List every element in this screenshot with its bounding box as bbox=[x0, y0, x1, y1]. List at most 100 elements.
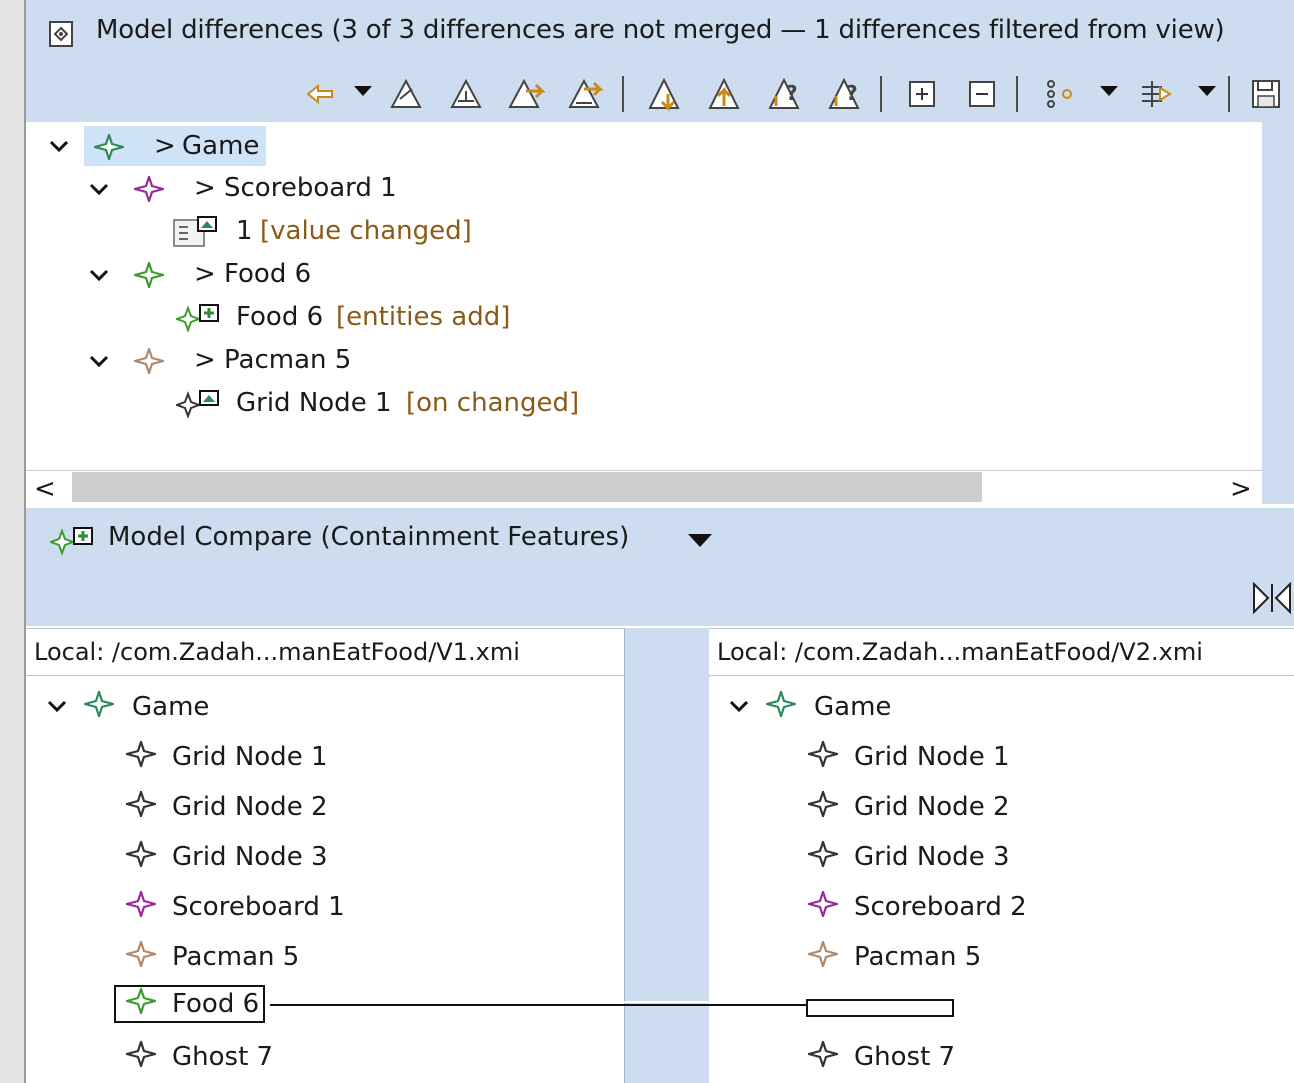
toolbar-separator bbox=[622, 76, 624, 112]
food-element-icon bbox=[122, 985, 160, 1021]
diff-item-label: Food 6 bbox=[236, 302, 324, 332]
chevron-down-icon[interactable] bbox=[46, 695, 68, 717]
tree-item-label: Grid Node 2 bbox=[172, 792, 328, 822]
scoreboard-element-icon bbox=[130, 173, 168, 209]
diff-item-entities-add[interactable]: Food 6 [entities add] bbox=[174, 297, 536, 337]
next-diff-icon[interactable] bbox=[646, 72, 686, 116]
left-tree-item[interactable]: Pacman 5 bbox=[122, 935, 300, 979]
sync-panes-icon[interactable] bbox=[1252, 581, 1292, 615]
prev-conflict-icon[interactable] bbox=[706, 72, 746, 116]
viewer-dropdown-icon[interactable] bbox=[688, 534, 712, 547]
tree-item-label: Ghost 7 bbox=[854, 1042, 956, 1072]
scoreboard-element-icon bbox=[804, 888, 842, 924]
tree-item-label: Pacman 5 bbox=[224, 345, 352, 375]
compare-center-gutter bbox=[624, 628, 710, 1083]
copy-all-right-icon[interactable] bbox=[566, 72, 606, 116]
chevron-down-icon[interactable] bbox=[88, 264, 110, 286]
tree-item-prefix: > bbox=[194, 259, 216, 289]
copy-current-right-icon[interactable] bbox=[506, 72, 546, 116]
pacman-element-icon bbox=[804, 938, 842, 974]
chevron-down-icon[interactable] bbox=[728, 695, 750, 717]
tree-item-food[interactable]: > Food 6 bbox=[130, 254, 434, 295]
food-element-icon bbox=[130, 259, 168, 295]
tree-item-label: Pacman 5 bbox=[172, 942, 300, 972]
left-tree-item[interactable]: Ghost 7 bbox=[122, 1035, 274, 1079]
tree-item-label: Grid Node 1 bbox=[172, 742, 328, 772]
game-element-icon bbox=[762, 688, 800, 724]
scroll-left-arrow[interactable]: < bbox=[34, 474, 56, 504]
collapse-all-icon[interactable] bbox=[962, 72, 1002, 116]
grouping-icon[interactable] bbox=[1040, 72, 1080, 116]
copy-all-left-icon[interactable] bbox=[446, 72, 486, 116]
chevron-down-icon[interactable] bbox=[88, 350, 110, 372]
right-pane-path: Local: /com.Zadah...manEatFood/V2.xmi bbox=[709, 628, 1294, 676]
left-pane-path: Local: /com.Zadah...manEatFood/V1.xmi bbox=[26, 628, 624, 676]
diff-item-annotation: [on changed] bbox=[406, 388, 580, 418]
grid-node-element-icon bbox=[122, 738, 160, 774]
differences-vertical-scrollbar[interactable] bbox=[1262, 122, 1294, 504]
scroll-right-arrow[interactable]: > bbox=[1230, 474, 1252, 504]
tree-item-label: Food 6 bbox=[172, 989, 260, 1019]
grid-node-element-icon bbox=[122, 788, 160, 824]
missing-element-placeholder[interactable] bbox=[806, 999, 954, 1017]
prev-dropdown-icon[interactable] bbox=[354, 86, 372, 96]
right-tree-item[interactable]: Scoreboard 2 bbox=[804, 885, 1027, 929]
prev-diff-arrow-icon[interactable] bbox=[300, 72, 340, 116]
tree-item-prefix: > bbox=[194, 345, 216, 375]
compare-view-icon bbox=[48, 20, 76, 50]
left-edge-bar bbox=[0, 0, 26, 1083]
filters-dropdown-icon[interactable] bbox=[1198, 86, 1216, 96]
tree-item-pacman[interactable]: > Pacman 5 bbox=[130, 340, 434, 380]
scoreboard-element-icon bbox=[122, 888, 160, 924]
tree-item-scoreboard[interactable]: > Scoreboard 1 bbox=[130, 168, 434, 209]
prev-unresolved-icon[interactable]: ? bbox=[826, 72, 866, 116]
diff-item-value-changed[interactable]: 1 [value changed] bbox=[172, 211, 512, 251]
right-tree-item[interactable]: Grid Node 2 bbox=[804, 785, 1010, 829]
chevron-down-icon[interactable] bbox=[88, 178, 110, 200]
reference-change-icon bbox=[174, 389, 222, 426]
model-differences-title: Model differences (3 of 3 differences ar… bbox=[96, 15, 1225, 45]
tree-item-label: Scoreboard 1 bbox=[224, 173, 397, 203]
toolbar-separator bbox=[1228, 76, 1230, 112]
save-icon[interactable] bbox=[1246, 72, 1286, 116]
filters-icon[interactable] bbox=[1136, 72, 1176, 116]
ghost-element-icon bbox=[122, 1038, 160, 1074]
model-compare-icon bbox=[48, 526, 96, 560]
grouping-dropdown-icon[interactable] bbox=[1100, 86, 1118, 96]
tree-item-label: Food 6 bbox=[224, 259, 312, 289]
left-tree-item[interactable]: Grid Node 1 bbox=[122, 735, 328, 779]
left-tree-root-game[interactable]: Game bbox=[80, 685, 210, 729]
tree-item-label: Ghost 7 bbox=[172, 1042, 274, 1072]
chevron-down-icon[interactable] bbox=[48, 135, 70, 157]
right-tree-item[interactable]: Grid Node 1 bbox=[804, 735, 1010, 779]
tree-item-label: Grid Node 3 bbox=[854, 842, 1010, 872]
model-compare-title: Model Compare (Containment Features) bbox=[108, 522, 630, 552]
svg-text:?: ? bbox=[786, 81, 798, 105]
right-tree-item[interactable]: Ghost 7 bbox=[804, 1035, 956, 1079]
tree-item-label: Grid Node 3 bbox=[172, 842, 328, 872]
tree-item-label: Pacman 5 bbox=[854, 942, 982, 972]
pacman-element-icon bbox=[122, 938, 160, 974]
right-tree-item[interactable]: Pacman 5 bbox=[804, 935, 982, 979]
diff-connector-gap bbox=[620, 1001, 712, 1003]
right-tree-item[interactable]: Grid Node 3 bbox=[804, 835, 1010, 879]
tree-item-game[interactable]: > Game bbox=[84, 126, 266, 166]
left-tree-item-highlighted[interactable]: Food 6 bbox=[114, 985, 266, 1023]
copy-current-left-icon[interactable] bbox=[386, 72, 426, 116]
scrollbar-thumb[interactable] bbox=[72, 472, 982, 502]
expand-all-icon[interactable] bbox=[902, 72, 942, 116]
right-tree-root-game[interactable]: Game bbox=[762, 685, 891, 729]
next-unresolved-icon[interactable]: ? bbox=[766, 72, 806, 116]
left-tree-item[interactable]: Scoreboard 1 bbox=[122, 885, 345, 929]
tree-item-label: Game bbox=[132, 692, 210, 722]
diff-item-annotation: [entities add] bbox=[336, 302, 511, 332]
grid-node-element-icon bbox=[804, 788, 842, 824]
attribute-change-icon bbox=[172, 215, 220, 256]
diff-item-on-changed[interactable]: Grid Node 1 [on changed] bbox=[174, 383, 616, 426]
tree-item-label: Scoreboard 2 bbox=[854, 892, 1027, 922]
left-tree-item[interactable]: Grid Node 2 bbox=[122, 785, 328, 829]
diff-item-annotation: [value changed] bbox=[260, 216, 472, 246]
left-tree-item[interactable]: Grid Node 3 bbox=[122, 835, 328, 879]
grid-node-element-icon bbox=[804, 738, 842, 774]
ghost-element-icon bbox=[804, 1038, 842, 1074]
